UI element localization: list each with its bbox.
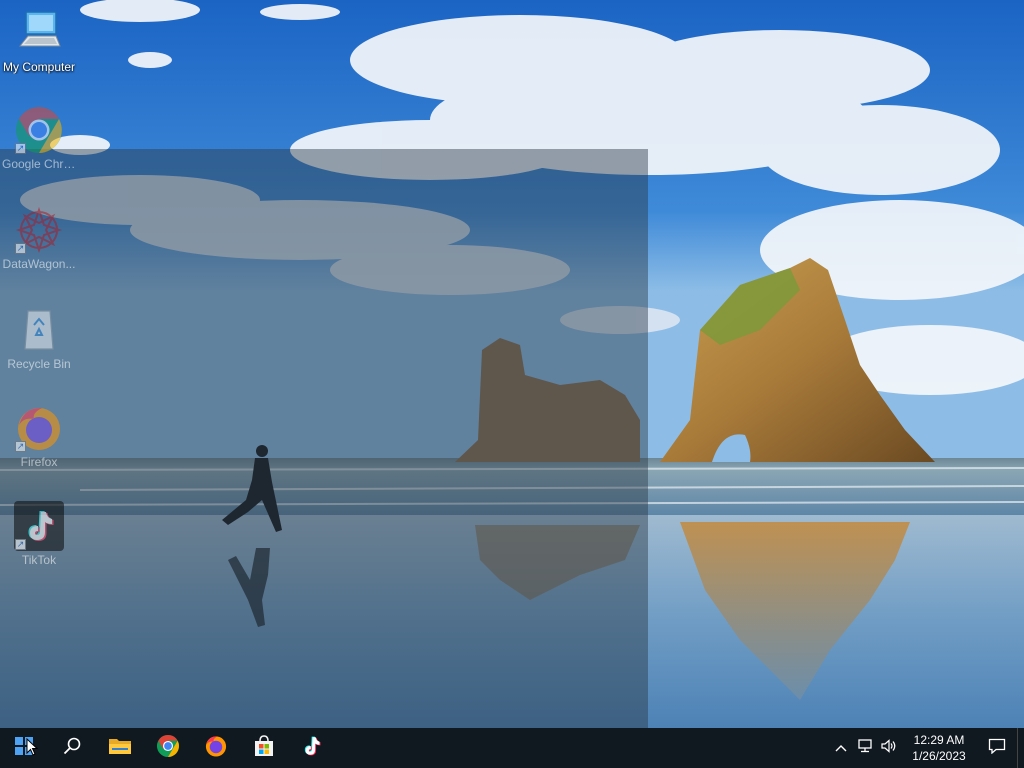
chrome-icon [156, 734, 180, 763]
datawagon-icon: ↗ [14, 205, 64, 255]
system-tray: 12:29 AM 1/26/2023 [829, 728, 1024, 768]
start-menu-overlay [0, 149, 648, 728]
desktop-icon-label: Recycle Bin [7, 357, 71, 371]
network-button[interactable] [853, 728, 877, 768]
show-desktop-button[interactable] [1017, 728, 1024, 768]
chrome-icon: ↗ [14, 105, 64, 155]
firefox-icon: ↗ [14, 403, 64, 453]
desktop-icon-google-chrome[interactable]: ↗ Google Chrome [0, 105, 78, 171]
search-icon [63, 737, 81, 760]
desktop-icon-label: DataWagon... [2, 257, 76, 271]
speaker-icon [881, 738, 897, 758]
shortcut-arrow-icon: ↗ [15, 143, 26, 154]
shortcut-arrow-icon: ↗ [15, 441, 26, 452]
chrome-taskbar-button[interactable] [144, 728, 192, 768]
start-button[interactable] [0, 728, 48, 768]
shortcut-arrow-icon: ↗ [15, 539, 26, 550]
file-explorer-button[interactable] [96, 728, 144, 768]
desktop-icon-recycle-bin[interactable]: Recycle Bin [0, 305, 78, 371]
tiktok-icon [302, 735, 322, 762]
clock-time: 12:29 AM [913, 733, 965, 747]
search-button[interactable] [48, 728, 96, 768]
desktop-icon-tiktok[interactable]: ↗ TikTok [0, 501, 78, 567]
recycle-bin-icon [14, 305, 64, 355]
desktop-icon-label: Google Chrome [2, 157, 78, 171]
desktop-icon-label: TikTok [21, 553, 57, 567]
shortcut-arrow-icon: ↗ [15, 243, 26, 254]
network-icon [857, 738, 873, 758]
mouse-pointer-icon [26, 737, 39, 761]
desktop-icon-firefox[interactable]: ↗ Firefox [0, 403, 78, 469]
desktop-icon-my-computer[interactable]: My Computer [0, 8, 78, 74]
firefox-taskbar-button[interactable] [192, 728, 240, 768]
notification-icon [988, 738, 1006, 759]
desktop-icon-label: My Computer [2, 60, 76, 74]
desktop-icon-datawagon[interactable]: ↗ DataWagon... [0, 205, 78, 271]
store-taskbar-button[interactable] [240, 728, 288, 768]
folder-icon [108, 736, 132, 761]
taskbar: 12:29 AM 1/26/2023 [0, 728, 1024, 768]
volume-button[interactable] [877, 728, 901, 768]
computer-icon [14, 8, 64, 58]
tiktok-taskbar-button[interactable] [288, 728, 336, 768]
action-center-button[interactable] [977, 728, 1017, 768]
store-icon [253, 734, 275, 762]
desktop-icon-label: Firefox [20, 455, 58, 469]
chevron-up-icon [835, 739, 847, 757]
tiktok-icon: ↗ [14, 501, 64, 551]
taskbar-clock[interactable]: 12:29 AM 1/26/2023 [901, 728, 977, 768]
clock-date: 1/26/2023 [912, 749, 966, 763]
firefox-icon [204, 734, 228, 763]
show-hidden-icons-button[interactable] [829, 728, 853, 768]
